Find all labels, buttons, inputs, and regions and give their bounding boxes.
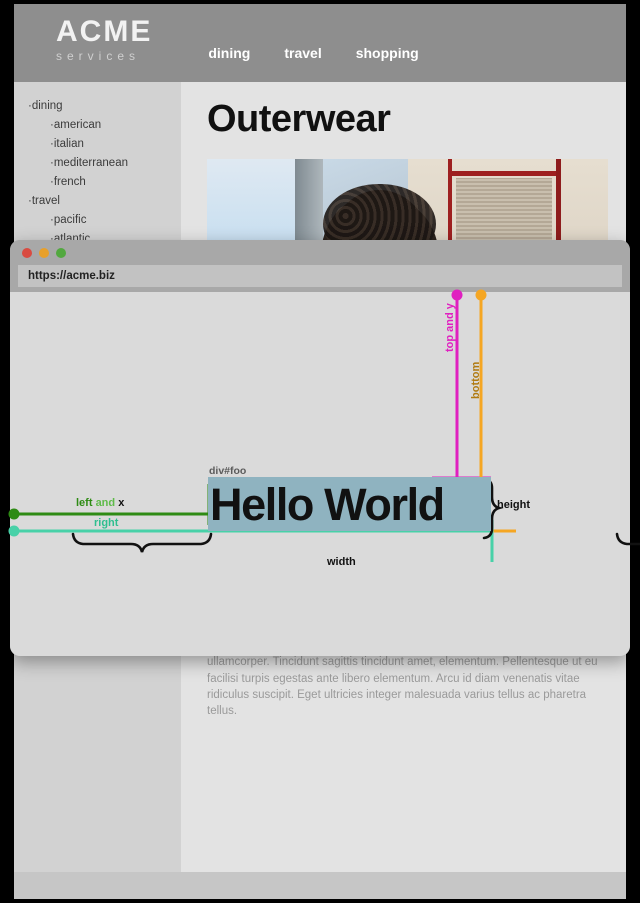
- browser-window-overlay[interactable]: https://acme.biz: [10, 240, 630, 656]
- maximize-window-icon[interactable]: [56, 247, 66, 258]
- footer-column-1: dining travel shopping: [205, 898, 252, 899]
- site-header: ACME services dining travel shopping: [14, 4, 626, 82]
- footer-links: dining travel shopping contact us career…: [205, 898, 371, 899]
- site-footer: ACME services dining travel shopping con…: [14, 872, 626, 899]
- footer-logo-primary-text: ACME: [56, 898, 131, 899]
- address-bar-url: https://acme.biz: [28, 270, 115, 282]
- viewport-page-copy: [14, 292, 626, 656]
- screenshot-stage: ACME services dining travel shopping din…: [0, 0, 640, 903]
- footer-link-contact-us[interactable]: contact us: [307, 898, 370, 899]
- browser-viewport: [10, 292, 630, 656]
- logo-secondary-text: services: [56, 48, 141, 63]
- sidebar-item-italian[interactable]: italian: [14, 134, 181, 153]
- page-title: Outerwear: [207, 98, 391, 140]
- sidebar-item-mediterranean[interactable]: mediterranean: [14, 153, 181, 172]
- footer-link-dining[interactable]: dining: [205, 898, 252, 899]
- sidebar-item-pacific[interactable]: pacific: [14, 210, 181, 229]
- nav-link-shopping[interactable]: shopping: [356, 45, 419, 61]
- site-logo[interactable]: ACME services: [14, 4, 152, 63]
- footer-logo[interactable]: ACME services: [14, 898, 131, 899]
- sidebar-item-travel[interactable]: travel: [14, 191, 181, 210]
- logo-primary-text: ACME: [56, 15, 153, 48]
- nav-link-dining[interactable]: dining: [208, 45, 250, 61]
- address-bar[interactable]: https://acme.biz: [18, 265, 622, 287]
- sidebar-item-french[interactable]: french: [14, 172, 181, 191]
- sidebar-item-dining[interactable]: dining: [14, 96, 181, 115]
- nav-link-travel[interactable]: travel: [284, 45, 321, 61]
- browser-titlebar[interactable]: [10, 240, 630, 265]
- footer-column-2: contact us careers store locator: [307, 898, 370, 899]
- close-window-icon[interactable]: [22, 247, 32, 258]
- primary-nav: dining travel shopping: [208, 45, 418, 61]
- minimize-window-icon[interactable]: [39, 247, 49, 258]
- sidebar-item-american[interactable]: american: [14, 115, 181, 134]
